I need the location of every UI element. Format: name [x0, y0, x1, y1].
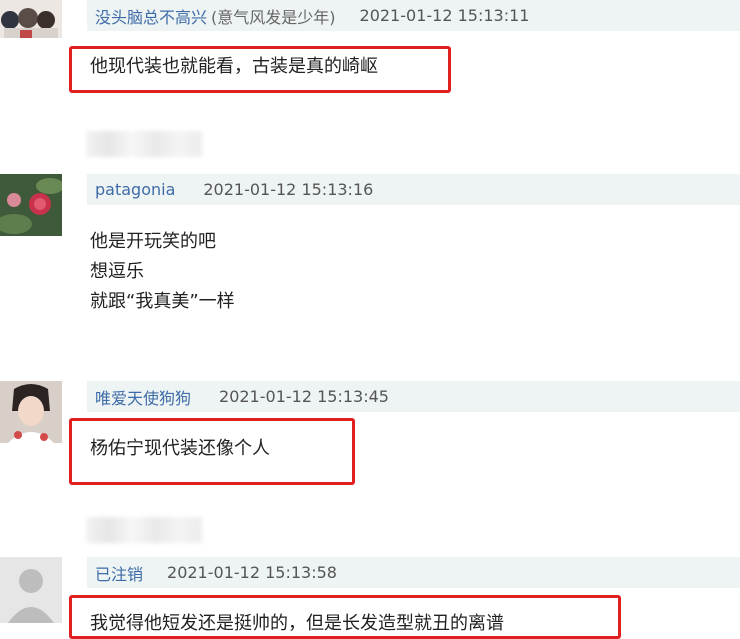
username[interactable]: 没头脑总不高兴	[95, 4, 207, 28]
user-title: (意气风发是少年)	[211, 7, 336, 27]
username[interactable]: 唯爱天使狗狗	[95, 385, 191, 409]
highlight-box	[69, 418, 355, 485]
blurred-content	[86, 131, 202, 157]
comment-meta: 没头脑总不高兴 (意气风发是少年) 2021-01-12 15:13:11	[87, 0, 740, 31]
highlight-box	[69, 46, 451, 93]
timestamp: 2021-01-12 15:13:16	[203, 180, 374, 199]
comment-meta: patagonia 2021-01-12 15:13:16	[87, 174, 740, 205]
blurred-content	[86, 517, 202, 543]
avatar-portrait[interactable]	[0, 381, 62, 443]
username[interactable]: 已注销	[95, 561, 143, 585]
comment-line: 他是开玩笑的吧	[90, 231, 216, 252]
avatar-anime[interactable]	[0, 0, 62, 38]
avatar-flower[interactable]	[0, 174, 62, 236]
comment-line: 就跟“我真美”一样	[90, 291, 235, 312]
comment-meta: 唯爱天使狗狗 2021-01-12 15:13:45	[87, 381, 740, 412]
comment-line: 想逗乐	[90, 261, 144, 282]
comment-text: 他是开玩笑的吧 想逗乐 就跟“我真美”一样	[90, 227, 235, 317]
highlight-box	[69, 595, 621, 639]
timestamp: 2021-01-12 15:13:45	[219, 387, 389, 406]
timestamp: 2021-01-12 15:13:11	[359, 6, 530, 25]
timestamp: 2021-01-12 15:13:58	[167, 563, 337, 582]
avatar-default-silhouette[interactable]	[0, 557, 62, 623]
username[interactable]: patagonia	[95, 180, 175, 199]
comment-meta: 已注销 2021-01-12 15:13:58	[87, 557, 740, 588]
